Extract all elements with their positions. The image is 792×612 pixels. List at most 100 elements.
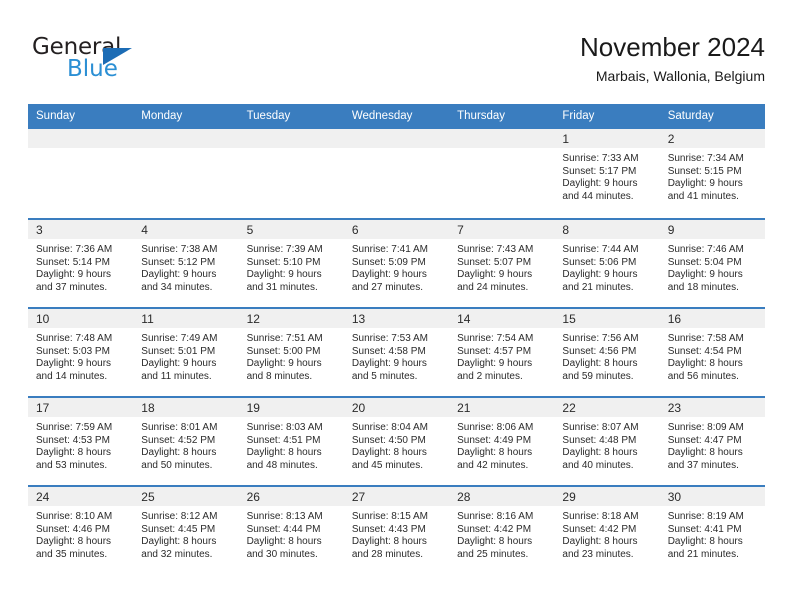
sunrise-time: Sunrise: 7:49 AM: [141, 333, 218, 344]
location-subtitle: Marbais, Wallonia, Belgium: [595, 68, 765, 84]
day-number: 12: [238, 309, 344, 328]
day-number: 28: [449, 487, 555, 506]
day-number: [133, 129, 239, 148]
day-cell[interactable]: 18 Sunrise: 8:01 AM Sunset: 4:52 PM Dayligh…: [133, 396, 239, 485]
day-details: Sunrise: 8:10 AM Sunset: 4:46 PM Daylight:…: [28, 506, 133, 561]
day-number: 10: [28, 309, 134, 328]
day-cell[interactable]: 17 Sunrise: 7:59 AM Sunset: 4:53 PM Dayligh…: [28, 396, 134, 485]
daylight-duration-line2: and 14 minutes.: [36, 370, 108, 382]
day-cell[interactable]: 29 Sunrise: 8:18 AM Sunset: 4:42 PM Dayligh…: [554, 485, 660, 574]
day-cell[interactable]: 3 Sunrise: 7:36 AM Sunset: 5:14 PM Daylight…: [28, 218, 134, 307]
sunset-time: Sunset: 5:15 PM: [667, 165, 742, 177]
sunrise-time: Sunrise: 7:58 AM: [667, 333, 744, 344]
daylight-duration-line1: Daylight: 9 hours: [457, 269, 533, 281]
day-cell-empty: [343, 129, 450, 218]
day-cell[interactable]: 20 Sunrise: 8:04 AM Sunset: 4:50 PM Dayligh…: [343, 396, 450, 485]
day-cell[interactable]: 22 Sunrise: 8:07 AM Sunset: 4:48 PM Dayligh…: [554, 396, 660, 485]
daylight-duration-line2: and 18 minutes.: [667, 281, 739, 293]
daylight-duration-line1: Daylight: 8 hours: [351, 447, 427, 459]
sunrise-time: Sunrise: 7:44 AM: [562, 244, 639, 255]
sunset-time: Sunset: 4:42 PM: [562, 523, 637, 535]
day-cell-empty: [238, 129, 344, 218]
day-details: Sunrise: 7:46 AM Sunset: 5:04 PM Daylight:…: [660, 239, 765, 294]
sunrise-time: Sunrise: 8:03 AM: [246, 422, 323, 433]
day-cell[interactable]: 9 Sunrise: 7:46 AM Sunset: 5:04 PM Daylight…: [659, 218, 765, 307]
daylight-duration-line1: Daylight: 8 hours: [562, 447, 638, 459]
page-header: General Blue November 2024 Marbais, Wall…: [28, 30, 765, 98]
day-details: Sunrise: 8:19 AM Sunset: 4:41 PM Daylight:…: [660, 506, 765, 561]
day-cell[interactable]: 10 Sunrise: 7:48 AM Sunset: 5:03 PM Dayligh…: [28, 307, 134, 396]
day-cell[interactable]: 5 Sunrise: 7:39 AM Sunset: 5:10 PM Daylight…: [238, 218, 344, 307]
day-cell-empty: [28, 129, 134, 218]
day-cell[interactable]: 7 Sunrise: 7:43 AM Sunset: 5:07 PM Daylight…: [449, 218, 555, 307]
day-cell[interactable]: 24 Sunrise: 8:10 AM Sunset: 4:46 PM Dayligh…: [28, 485, 134, 574]
sunset-time: Sunset: 4:51 PM: [246, 434, 321, 446]
daylight-duration-line1: Daylight: 9 hours: [562, 269, 638, 281]
day-details: Sunrise: 7:54 AM Sunset: 4:57 PM Daylight:…: [449, 328, 554, 383]
daylight-duration-line2: and 50 minutes.: [141, 459, 213, 471]
sunset-time: Sunset: 4:45 PM: [141, 523, 216, 535]
sunrise-time: Sunrise: 7:48 AM: [36, 333, 113, 344]
day-number: 5: [238, 220, 344, 239]
day-cell-empty: [133, 129, 239, 218]
day-cell[interactable]: 4 Sunrise: 7:38 AM Sunset: 5:12 PM Daylight…: [133, 218, 239, 307]
daylight-duration-line1: Daylight: 9 hours: [246, 358, 322, 370]
daylight-duration-line1: Daylight: 9 hours: [246, 269, 322, 281]
day-details: Sunrise: 8:13 AM Sunset: 4:44 PM Daylight:…: [239, 506, 344, 561]
sunset-time: Sunset: 4:46 PM: [36, 523, 110, 535]
sunset-time: Sunset: 5:01 PM: [141, 345, 216, 357]
day-details: Sunrise: 7:56 AM Sunset: 4:56 PM Daylight:…: [554, 328, 659, 383]
day-cell[interactable]: 28 Sunrise: 8:16 AM Sunset: 4:42 PM Dayligh…: [449, 485, 555, 574]
sunrise-time: Sunrise: 8:15 AM: [351, 511, 428, 522]
day-cell[interactable]: 1 Sunrise: 7:33 AM Sunset: 5:17 PM Daylight…: [554, 129, 660, 218]
day-cell[interactable]: 27 Sunrise: 8:15 AM Sunset: 4:43 PM Dayligh…: [343, 485, 450, 574]
day-cell[interactable]: 2 Sunrise: 7:34 AM Sunset: 5:15 PM Daylight…: [659, 129, 765, 218]
daylight-duration-line1: Daylight: 8 hours: [351, 536, 427, 548]
day-cell[interactable]: 11 Sunrise: 7:49 AM Sunset: 5:01 PM Dayligh…: [133, 307, 239, 396]
day-cell[interactable]: 21 Sunrise: 8:06 AM Sunset: 4:49 PM Dayligh…: [449, 396, 555, 485]
daylight-duration-line2: and 25 minutes.: [457, 548, 529, 560]
week-row: 10 Sunrise: 7:48 AM Sunset: 5:03 PM Dayligh…: [28, 307, 765, 396]
general-blue-logo[interactable]: General Blue: [32, 34, 232, 90]
day-number: 27: [343, 487, 450, 506]
day-cell[interactable]: 14 Sunrise: 7:54 AM Sunset: 4:57 PM Dayligh…: [449, 307, 555, 396]
day-details: Sunrise: 7:41 AM Sunset: 5:09 PM Daylight:…: [344, 239, 449, 294]
day-cell[interactable]: 16 Sunrise: 7:58 AM Sunset: 4:54 PM Dayligh…: [659, 307, 765, 396]
day-details: Sunrise: 7:59 AM Sunset: 4:53 PM Daylight:…: [28, 417, 133, 472]
day-number: 22: [554, 398, 660, 417]
day-cell[interactable]: 6 Sunrise: 7:41 AM Sunset: 5:09 PM Daylight…: [343, 218, 450, 307]
daylight-duration-line2: and 24 minutes.: [457, 281, 529, 293]
sunset-time: Sunset: 5:09 PM: [351, 256, 426, 268]
day-number: 20: [343, 398, 450, 417]
day-cell[interactable]: 8 Sunrise: 7:44 AM Sunset: 5:06 PM Daylight…: [554, 218, 660, 307]
day-cell[interactable]: 12 Sunrise: 7:51 AM Sunset: 5:00 PM Dayligh…: [238, 307, 344, 396]
weekday-header-sunday: Sunday: [36, 110, 76, 122]
title-block: November 2024 Marbais, Wallonia, Belgium: [580, 30, 765, 86]
day-cell[interactable]: 26 Sunrise: 8:13 AM Sunset: 4:44 PM Dayligh…: [238, 485, 344, 574]
sunrise-time: Sunrise: 7:34 AM: [667, 153, 744, 164]
week-row: 3 Sunrise: 7:36 AM Sunset: 5:14 PM Daylight…: [28, 218, 765, 307]
daylight-duration-line2: and 56 minutes.: [667, 370, 739, 382]
daylight-duration-line1: Daylight: 9 hours: [457, 358, 533, 370]
daylight-duration-line1: Daylight: 9 hours: [562, 178, 638, 190]
logo-blue-text: Blue: [67, 56, 118, 82]
day-cell[interactable]: 30 Sunrise: 8:19 AM Sunset: 4:41 PM Dayligh…: [659, 485, 765, 574]
day-number: 9: [659, 220, 765, 239]
sunrise-time: Sunrise: 8:09 AM: [667, 422, 744, 433]
daylight-duration-line1: Daylight: 9 hours: [36, 269, 112, 281]
day-cell[interactable]: 15 Sunrise: 7:56 AM Sunset: 4:56 PM Dayligh…: [554, 307, 660, 396]
day-cell[interactable]: 19 Sunrise: 8:03 AM Sunset: 4:51 PM Dayligh…: [238, 396, 344, 485]
week-row: 1 Sunrise: 7:33 AM Sunset: 5:17 PM Daylight…: [28, 129, 765, 218]
day-details: Sunrise: 8:15 AM Sunset: 4:43 PM Daylight:…: [344, 506, 449, 561]
day-details: Sunrise: 7:39 AM Sunset: 5:10 PM Daylight:…: [239, 239, 344, 294]
day-cell[interactable]: 13 Sunrise: 7:53 AM Sunset: 4:58 PM Dayligh…: [343, 307, 450, 396]
sunrise-time: Sunrise: 7:53 AM: [351, 333, 428, 344]
day-cell[interactable]: 23 Sunrise: 8:09 AM Sunset: 4:47 PM Dayligh…: [659, 396, 765, 485]
daylight-duration-line2: and 28 minutes.: [351, 548, 424, 560]
sunset-time: Sunset: 5:07 PM: [457, 256, 532, 268]
sunset-time: Sunset: 4:49 PM: [457, 434, 532, 446]
day-cell[interactable]: 25 Sunrise: 8:12 AM Sunset: 4:45 PM Dayligh…: [133, 485, 239, 574]
day-details: Sunrise: 7:49 AM Sunset: 5:01 PM Daylight:…: [133, 328, 238, 383]
daylight-duration-line2: and 37 minutes.: [36, 281, 108, 293]
sunrise-time: Sunrise: 7:41 AM: [351, 244, 428, 255]
